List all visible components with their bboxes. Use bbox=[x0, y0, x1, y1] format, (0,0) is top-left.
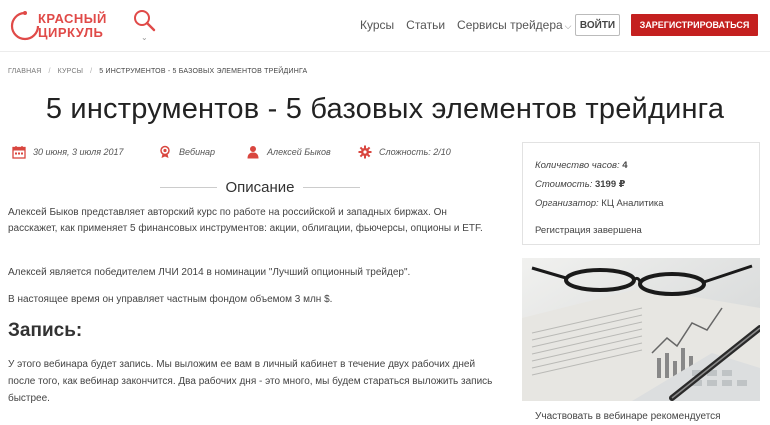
registration-status: Регистрация завершена bbox=[535, 225, 642, 236]
chevron-down-icon: ⌵ bbox=[564, 21, 572, 31]
meta-dates-text: 30 июня, 3 июля 2017 bbox=[33, 147, 124, 157]
description-paragraph-3: В настоящее время он управляет частным ф… bbox=[8, 294, 333, 305]
description-paragraph-2: Алексей является победителем ЛЧИ 2014 в … bbox=[8, 267, 411, 278]
recording-text: У этого вебинара будет запись. Мы выложи… bbox=[8, 359, 493, 404]
chevron-down-icon[interactable]: ⌄ bbox=[141, 33, 148, 42]
register-button[interactable]: ЗАРЕГИСТРИРОВАТЬСЯ bbox=[631, 14, 758, 36]
meta-format: Вебинар bbox=[158, 145, 215, 159]
breadcrumb-separator: / bbox=[90, 68, 93, 75]
calendar-icon bbox=[12, 146, 26, 159]
breadcrumb-courses[interactable]: КУРСЫ bbox=[58, 68, 83, 75]
logo-text: КРАСНЫЙ ЦИРКУЛЬ bbox=[38, 12, 107, 40]
search-icon bbox=[134, 10, 156, 32]
course-image bbox=[522, 258, 760, 401]
nav-item-courses[interactable]: Курсы bbox=[360, 18, 394, 32]
course-photo bbox=[522, 258, 760, 401]
course-info-box: Количество часов: 4 Стоимость: 3199 ₽ Ор… bbox=[522, 142, 760, 245]
meta-dates: 30 июня, 3 июля 2017 bbox=[12, 145, 124, 159]
description-paragraph-1: Алексей Быков представляет авторский кур… bbox=[8, 207, 483, 234]
meta-author: Алексей Быков bbox=[246, 145, 331, 159]
breadcrumb-separator: / bbox=[48, 68, 51, 75]
logo-circle-icon bbox=[10, 11, 40, 41]
logo-line-2: ЦИРКУЛЬ bbox=[38, 25, 104, 40]
price-value: 3199 ₽ bbox=[594, 179, 626, 190]
hours-label: Количество часов: bbox=[535, 160, 620, 171]
logo-line-1: КРАСНЫЙ bbox=[38, 11, 107, 26]
award-icon bbox=[160, 145, 170, 158]
price-row: Стоимость: 3199 ₽ bbox=[535, 175, 747, 194]
organizer-value[interactable]: КЦ Аналитика bbox=[601, 198, 663, 209]
organizer-label: Организатор: bbox=[535, 198, 599, 209]
divider bbox=[302, 186, 360, 188]
meta-difficulty-text: Сложность: 2/10 bbox=[379, 147, 451, 157]
description-heading: Описание bbox=[160, 178, 360, 196]
organizer-row: Организатор: КЦ Аналитика bbox=[535, 194, 747, 213]
price-label: Стоимость: bbox=[535, 179, 593, 190]
hours-row: Количество часов: 4 bbox=[535, 156, 747, 175]
description-title: Описание bbox=[225, 178, 295, 196]
person-icon bbox=[247, 146, 259, 159]
meta-format-text: Вебинар bbox=[179, 147, 216, 157]
breadcrumb-home[interactable]: ГЛАВНАЯ bbox=[8, 68, 42, 75]
meta-author-text[interactable]: Алексей Быков bbox=[267, 147, 331, 157]
nav-item-trader-services[interactable]: Сервисы трейдера ⌵ bbox=[457, 18, 571, 32]
meta-difficulty: Сложность: 2/10 bbox=[358, 145, 451, 159]
main-nav: Курсы Статьи Сервисы трейдера ⌵ bbox=[360, 18, 584, 32]
recording-heading: Запись: bbox=[8, 320, 83, 341]
breadcrumb: ГЛАВНАЯ / КУРСЫ / 5 ИНСТРУМЕНТОВ - 5 БАЗ… bbox=[8, 68, 307, 75]
page-title: 5 инструментов - 5 базовых элементов тре… bbox=[45, 93, 725, 125]
site-header: КРАСНЫЙ ЦИРКУЛЬ ⌄ Курсы Статьи Сервисы т… bbox=[0, 0, 770, 52]
divider bbox=[160, 186, 218, 188]
logo[interactable]: КРАСНЫЙ ЦИРКУЛЬ bbox=[8, 6, 128, 46]
nav-item-articles[interactable]: Статьи bbox=[406, 18, 445, 32]
gear-icon bbox=[358, 145, 372, 159]
hours-value: 4 bbox=[622, 160, 628, 171]
login-button[interactable]: ВОЙТИ bbox=[575, 14, 620, 36]
image-caption: Участвовать в вебинаре рекомендуется bbox=[535, 411, 721, 422]
breadcrumb-current: 5 ИНСТРУМЕНТОВ - 5 БАЗОВЫХ ЭЛЕМЕНТОВ ТРЕ… bbox=[99, 68, 308, 75]
nav-item-trader-services-label: Сервисы трейдера bbox=[457, 18, 563, 32]
